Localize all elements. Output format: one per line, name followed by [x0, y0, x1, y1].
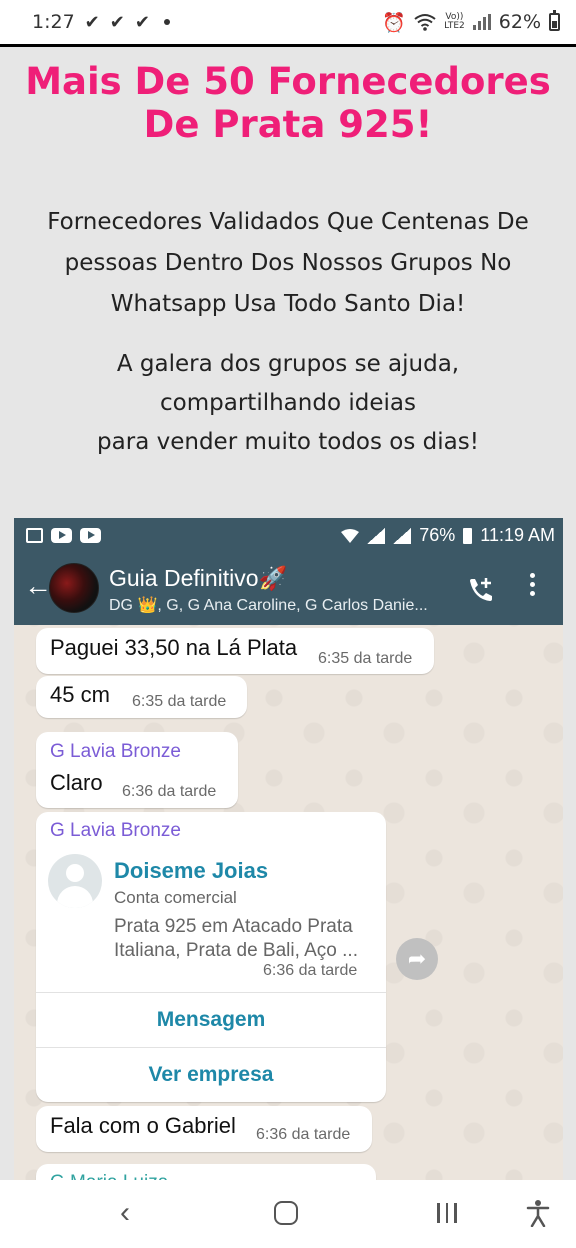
inner-clock: 11:19 AM [480, 525, 555, 545]
youtube-icon [80, 528, 101, 543]
group-name[interactable]: Guia Definitivo🚀 [109, 563, 287, 593]
check-icon: ✔ [134, 11, 150, 33]
message-text: Fala com o Gabriel [50, 1113, 236, 1138]
message-text: Paguei 33,50 na Lá Plata [50, 635, 298, 660]
message-bubble[interactable]: 45 cm 6:35 da tarde [36, 676, 247, 718]
clock: 1:27 [32, 11, 75, 33]
promo-paragraph: Fornecedores Validados Que Centenas De p… [47, 209, 529, 317]
contact-type: Conta comercial [114, 888, 237, 907]
message-button[interactable]: Mensagem [36, 1007, 386, 1033]
message-bubble[interactable]: G Lavia Bronze Claro 6:36 da tarde [36, 732, 238, 808]
contact-avatar[interactable] [48, 854, 102, 908]
group-avatar[interactable] [49, 563, 99, 613]
inner-battery-percent: 76% [419, 525, 456, 545]
signal-icon [472, 14, 491, 30]
headline: Mais De 50 Fornecedores De Prata 925! [25, 60, 551, 146]
home-icon[interactable] [270, 1198, 302, 1228]
message-time: 6:36 da tarde [256, 1126, 351, 1143]
message-bubble[interactable]: Fala com o Gabriel 6:36 da tarde [36, 1106, 372, 1152]
gallery-icon [26, 528, 43, 543]
alarm-icon: ⏰ [382, 11, 407, 34]
battery-icon [463, 527, 473, 544]
status-bar: 1:27 ✔ ✔ ✔ ⏰ Vo)) LTE2 62% [0, 0, 576, 44]
message-bubble[interactable]: Paguei 33,50 na Lá Plata 6:35 da tarde [36, 628, 434, 674]
battery-percent: 62% [498, 11, 541, 33]
add-call-icon[interactable] [466, 575, 496, 605]
youtube-icon [51, 528, 72, 543]
back-icon[interactable]: ‹ [108, 1196, 142, 1229]
notification-dot-icon [163, 19, 170, 25]
signal-icon [393, 527, 412, 544]
status-divider [0, 44, 576, 47]
message-time: 6:36 da tarde [263, 962, 358, 979]
card-divider [36, 1047, 386, 1048]
check-icon: ✔ [84, 11, 100, 33]
chat-header: ← Guia Definitivo🚀 DG 👑, G, G Ana Caroli… [14, 553, 563, 625]
group-members: DG 👑, G, G Ana Caroline, G Carlos Danie.… [109, 597, 428, 614]
accessibility-icon[interactable] [522, 1198, 554, 1228]
contact-description: Prata 925 em Atacado Prata Italiana, Pra… [114, 916, 358, 961]
card-divider [36, 992, 386, 993]
promo-line: compartilhando ideias [160, 390, 416, 416]
sender-name[interactable]: G Lavia Bronze [50, 820, 181, 842]
navigation-bar: ‹ [0, 1180, 576, 1248]
contact-name[interactable]: Doiseme Joias [114, 858, 268, 884]
message-time: 6:35 da tarde [132, 693, 227, 710]
lte-label: LTE2 [444, 21, 465, 31]
signal-icon [367, 527, 386, 544]
view-business-button[interactable]: Ver empresa [36, 1062, 386, 1088]
promo-line: A galera dos grupos se ajuda, [116, 351, 460, 377]
wifi-icon [341, 528, 360, 543]
chat-screenshot: 76% 11:19 AM ← Guia Definitivo🚀 DG 👑, G,… [14, 518, 563, 1180]
more-options-icon[interactable] [522, 573, 542, 596]
arrow-left-icon[interactable]: ← [24, 571, 52, 601]
wifi-icon [414, 14, 436, 31]
message-time: 6:35 da tarde [318, 650, 413, 667]
message-bubble[interactable]: G Maria Luiza [36, 1164, 376, 1180]
sender-name[interactable]: G Lavia Bronze [50, 741, 181, 763]
message-time: 6:36 da tarde [122, 783, 217, 800]
message-text: 45 cm [50, 682, 110, 707]
contact-card-message[interactable]: G Lavia Bronze Doiseme Joias Conta comer… [36, 812, 386, 1102]
promo-paragraph-2: A galera dos grupos se ajuda, compartilh… [20, 345, 556, 462]
recents-icon[interactable] [432, 1198, 462, 1228]
promo-line: para vender muito todos os dias! [97, 429, 479, 455]
message-text: Claro [50, 770, 103, 795]
sender-name[interactable]: G Maria Luiza [50, 1172, 168, 1180]
volte-indicator: Vo)) LTE2 [444, 13, 465, 31]
battery-icon [549, 10, 560, 31]
inner-status-bar: 76% 11:19 AM [14, 518, 563, 553]
forward-icon[interactable]: ➦ [396, 938, 438, 980]
check-icon: ✔ [109, 11, 125, 33]
